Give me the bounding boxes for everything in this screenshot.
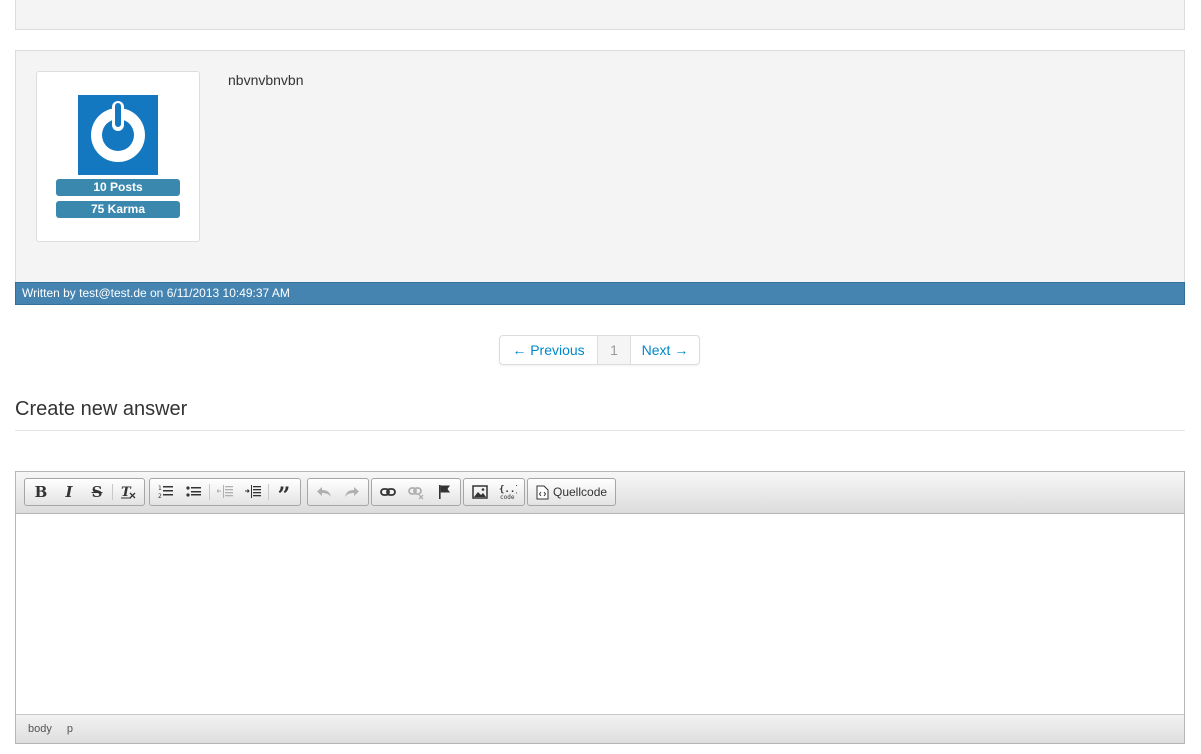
redo-button[interactable] <box>338 479 366 505</box>
post-body: nbvnvbnvbn <box>228 72 304 88</box>
avatar[interactable] <box>78 95 158 175</box>
image-button[interactable] <box>466 479 494 505</box>
rich-text-editor: B I S T 1 2 ” {.. code Quellcode body p <box>15 471 1185 744</box>
bold-button[interactable]: B <box>27 479 55 505</box>
element-path-body[interactable]: body <box>28 723 52 735</box>
source-document-icon <box>536 485 549 499</box>
link-icon <box>380 488 396 496</box>
editor-statusbar: body p <box>16 714 1184 743</box>
source-button-label: Quellcode <box>553 485 608 499</box>
toolbar-separator <box>209 484 210 500</box>
pagination: ← Previous 1 Next → <box>499 335 700 365</box>
remove-format-button[interactable]: T <box>114 479 142 505</box>
editor-toolbar: B I S T 1 2 ” {.. code Quellcode <box>16 472 1184 514</box>
flag-icon <box>439 485 450 499</box>
increase-indent-button[interactable] <box>239 479 267 505</box>
svg-text:1: 1 <box>158 485 162 492</box>
undo-button[interactable] <box>310 479 338 505</box>
source-group: Quellcode <box>527 478 617 506</box>
italic-button[interactable]: I <box>55 479 83 505</box>
decrease-indent-button[interactable] <box>211 479 239 505</box>
bulleted-list-icon <box>186 486 201 497</box>
karma-badge: 75 Karma <box>56 201 180 218</box>
editor-content-area[interactable] <box>16 514 1184 714</box>
paragraph-group: 1 2 ” <box>149 478 301 509</box>
divider <box>15 430 1185 431</box>
image-icon <box>472 485 488 499</box>
toolbar-separator <box>112 484 113 500</box>
element-path-p[interactable]: p <box>67 723 73 735</box>
undo-icon <box>317 487 331 497</box>
author-card: 10 Posts 75 Karma <box>36 71 200 242</box>
toolbar-separator <box>268 484 269 500</box>
outdent-icon <box>217 485 233 498</box>
next-page-link[interactable]: Next → <box>631 336 699 364</box>
strikethrough-button[interactable]: S <box>83 479 111 505</box>
numbered-list-icon: 1 2 <box>158 485 173 500</box>
code-snippet-button[interactable]: {..} code <box>494 479 522 505</box>
link-button[interactable] <box>374 479 402 505</box>
unlink-icon <box>408 487 424 500</box>
previous-page-link[interactable]: ← Previous <box>500 336 598 364</box>
post-footer: Written by test@test.de on 6/11/2013 10:… <box>15 282 1185 305</box>
source-button[interactable]: Quellcode <box>530 479 613 505</box>
previous-post-panel <box>15 0 1185 30</box>
bulleted-list-button[interactable] <box>180 479 208 505</box>
history-group <box>307 478 369 506</box>
posts-count-badge: 10 Posts <box>56 179 180 196</box>
svg-text:code: code <box>500 494 515 500</box>
blockquote-button[interactable]: ” <box>270 479 298 509</box>
anchor-button[interactable] <box>430 479 458 505</box>
create-answer-title: Create new answer <box>15 398 188 420</box>
forum-post: 10 Posts 75 Karma nbvnvbnvbn Written by … <box>15 50 1185 305</box>
code-snippet-icon: {..} code <box>499 485 517 500</box>
indent-icon <box>245 485 261 498</box>
svg-text:2: 2 <box>158 493 162 500</box>
power-logo-icon <box>91 101 145 162</box>
remove-format-icon: T <box>121 485 136 500</box>
redo-icon <box>345 487 359 497</box>
links-group <box>371 478 461 506</box>
numbered-list-button[interactable]: 1 2 <box>152 479 180 505</box>
insert-group: {..} code <box>463 478 525 506</box>
format-group: B I S T <box>24 478 145 506</box>
unlink-button[interactable] <box>402 479 430 505</box>
page-1[interactable]: 1 <box>598 336 631 364</box>
quote-icon: ” <box>277 483 291 509</box>
